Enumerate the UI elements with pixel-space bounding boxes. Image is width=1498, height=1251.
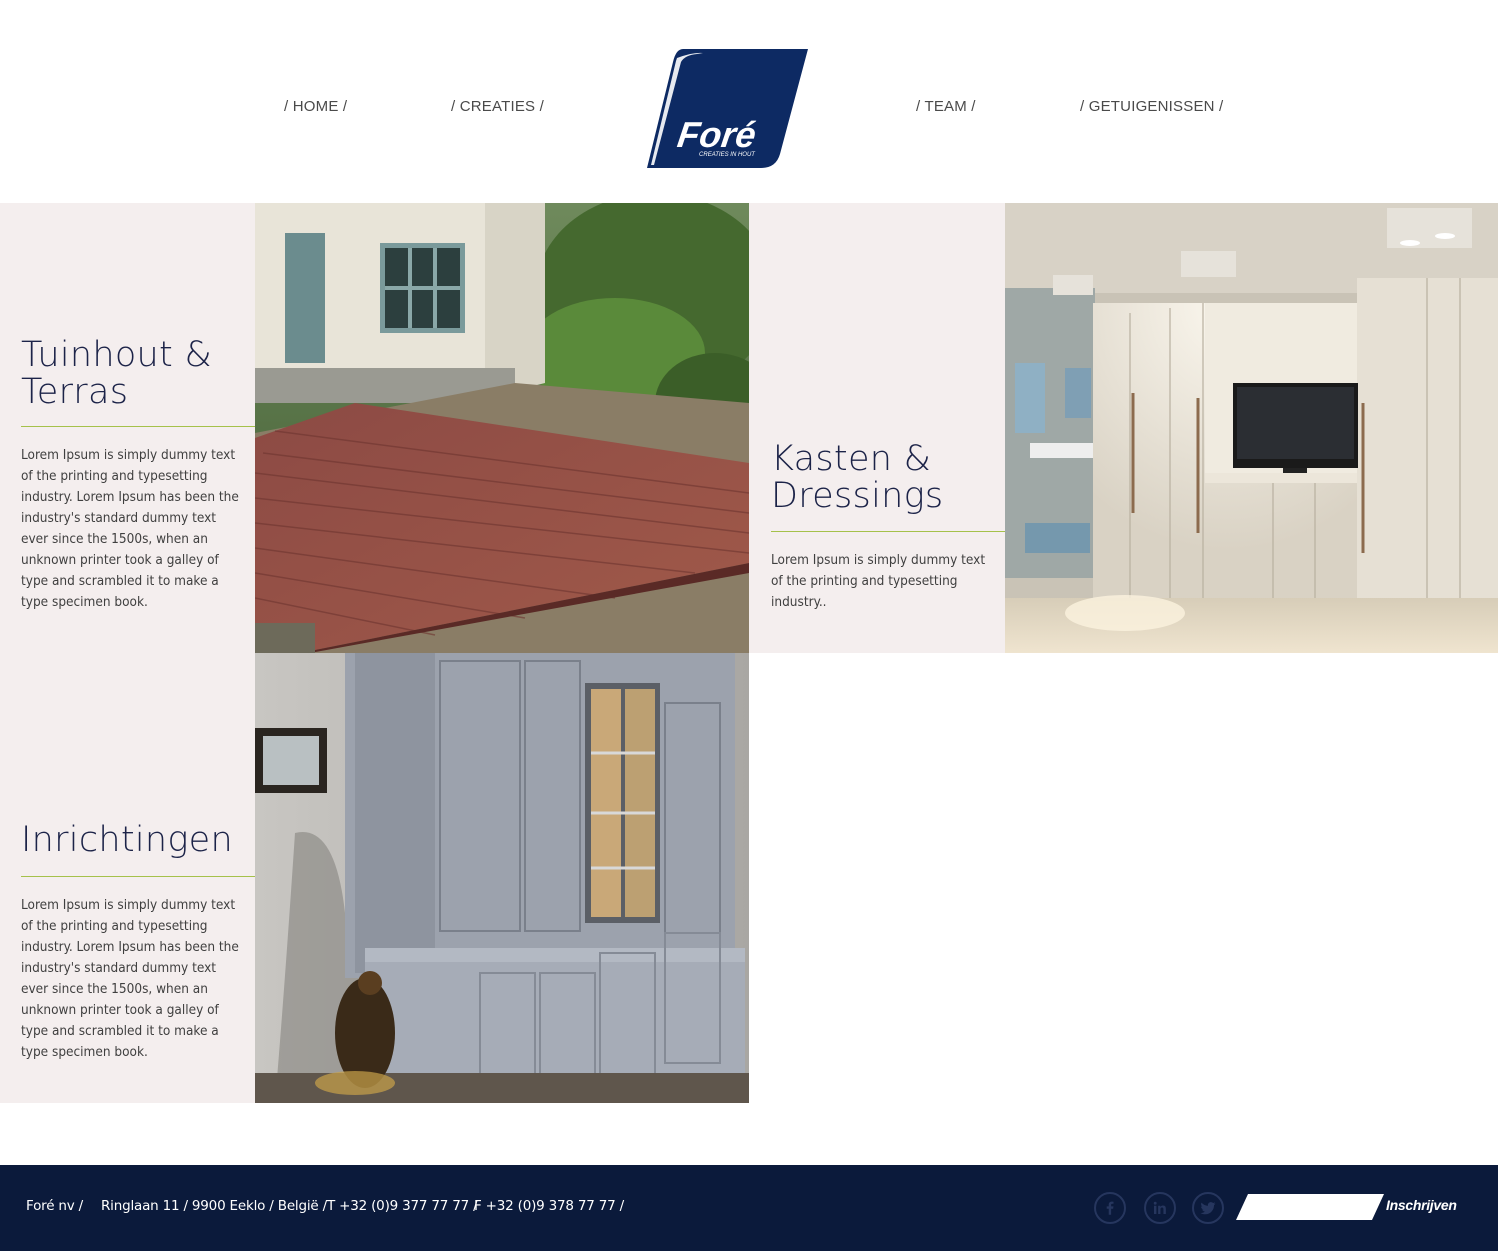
divider — [21, 426, 291, 427]
linkedin-icon — [1153, 1201, 1166, 1214]
section-description: Lorem Ipsum is simply dummy text of the … — [771, 552, 986, 610]
wooden-deck-photo[interactable] — [255, 203, 749, 653]
section-description: Lorem Ipsum is simply dummy text of the … — [21, 897, 239, 1060]
facebook-link[interactable] — [1094, 1192, 1126, 1224]
newsletter-email-field[interactable] — [1236, 1194, 1384, 1220]
section-title-line1: Inrichtingen — [21, 820, 233, 860]
section-title-line1: Tuinhout & — [21, 335, 213, 375]
section-title-line2: Terras — [21, 372, 129, 412]
divider — [771, 531, 1041, 532]
site-footer: Foré nv / Ringlaan 11 / 9900 Eeklo / Bel… — [0, 1165, 1498, 1251]
footer-address: Ringlaan 11 / 9900 Eeklo / België / — [101, 1198, 327, 1214]
nav-home[interactable]: / HOME / — [284, 98, 347, 115]
divider — [21, 876, 291, 877]
logo-wordmark: Foré — [675, 114, 759, 155]
section-title-line2: Dressings — [771, 476, 944, 516]
logo-tagline: CREATIES IN HOUT — [699, 152, 756, 158]
twitter-icon — [1200, 1202, 1216, 1215]
section-title[interactable]: Tuinhout & Terras — [21, 337, 212, 411]
wardrobe-bedroom-photo[interactable] — [1005, 203, 1498, 653]
footer-company: Foré nv / — [26, 1198, 83, 1214]
linkedin-link[interactable] — [1144, 1192, 1176, 1224]
facebook-icon — [1106, 1201, 1114, 1215]
twitter-link[interactable] — [1192, 1192, 1224, 1224]
newsletter-email-input[interactable] — [1236, 1194, 1384, 1220]
nav-team[interactable]: / TEAM / — [916, 98, 976, 115]
subscribe-button[interactable]: Inschrijven — [1386, 1197, 1457, 1213]
site-header: / HOME / / CREATIES / Foré CREATIES IN H… — [0, 0, 1498, 203]
section-title-line1: Kasten & — [771, 439, 932, 479]
section-description: Lorem Ipsum is simply dummy text of the … — [21, 447, 239, 610]
grey-cabinet-photo[interactable] — [255, 653, 749, 1103]
nav-getuigenissen[interactable]: / GETUIGENISSEN / — [1080, 98, 1223, 115]
nav-creaties[interactable]: / CREATIES / — [451, 98, 544, 115]
footer-phone[interactable]: T +32 (0)9 377 77 77 / — [327, 1198, 478, 1214]
section-title[interactable]: Inrichtingen — [21, 822, 233, 859]
fore-logo[interactable]: Foré CREATIES IN HOUT — [645, 48, 810, 170]
footer-fax: F +32 (0)9 378 77 77 / — [474, 1198, 624, 1214]
section-title[interactable]: Kasten & Dressings — [771, 441, 943, 515]
